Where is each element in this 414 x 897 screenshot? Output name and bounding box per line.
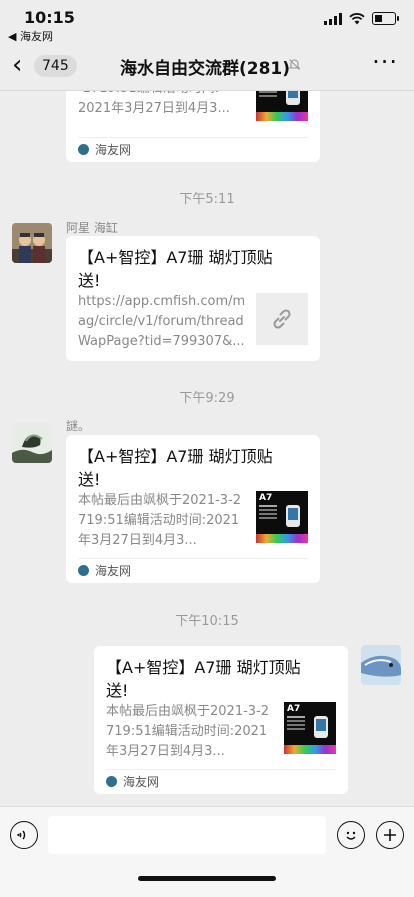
card-source: 海友网: [78, 137, 308, 162]
card-description: 本帖最后由飒枫于2021-3-2719:51编辑活动时间:2021年3月27日到…: [78, 493, 242, 548]
link-icon: [273, 309, 291, 329]
card-title: 【A+智控】A7珊 瑚灯顶贴送!: [106, 658, 301, 700]
card-description: 本帖最后由飒枫于2021-3-2719:51编辑活动时间:2021年3月27日到…: [106, 704, 270, 759]
card-source: 海友网: [78, 558, 308, 583]
voice-input-button[interactable]: [10, 821, 38, 849]
source-logo-icon: [106, 776, 117, 787]
card-thumbnail: A7: [284, 702, 336, 754]
timestamp: 下午10:15: [175, 614, 239, 629]
wifi-icon: [349, 12, 365, 24]
home-indicator[interactable]: [138, 876, 276, 881]
card-description: https://app.cmfish.com/mag/circle/v1/for…: [78, 294, 246, 349]
link-thumbnail: [256, 293, 308, 345]
timestamp: 下午9:29: [179, 391, 235, 406]
source-logo-icon: [78, 565, 89, 576]
plus-icon: [384, 829, 396, 841]
more-options-icon[interactable]: ···: [372, 48, 398, 76]
sender-name: 阿星 海缸: [66, 221, 118, 235]
voice-icon: [17, 830, 26, 840]
cellular-signal-icon: [324, 12, 342, 25]
unread-count-badge[interactable]: 745: [34, 55, 77, 77]
emoji-icon: [346, 831, 356, 840]
avatar[interactable]: [12, 423, 52, 463]
input-bar: [0, 806, 414, 897]
chat-title: 海水自由交流群(281): [120, 59, 291, 79]
card-title: 【A+智控】A7珊 瑚灯顶贴送!: [78, 248, 273, 290]
timestamp: 下午5:11: [179, 192, 235, 207]
back-chevron-icon[interactable]: ‹: [12, 52, 22, 78]
status-bar: 10:15 ◀ 海友网: [0, 0, 414, 44]
link-card-message[interactable]: 【A+智控】A7珊 瑚灯顶贴送! https://app.cmfish.com/…: [66, 236, 320, 361]
more-functions-button[interactable]: [376, 821, 404, 849]
chat-header: ‹ 745 海水自由交流群(281) ···: [0, 44, 414, 91]
link-card-message[interactable]: -2719:51编辑活动时间: 2021年3月27日到4月3... 海友网: [66, 91, 320, 162]
message-input[interactable]: [48, 816, 326, 854]
source-logo-icon: [78, 144, 89, 155]
card-description: -2719:51编辑活动时间: 2021年3月27日到4月3...: [78, 91, 230, 116]
card-thumbnail: [256, 91, 308, 121]
back-to-app-link[interactable]: ◀ 海友网: [8, 28, 53, 44]
card-title: 【A+智控】A7珊 瑚灯顶贴送!: [78, 447, 273, 489]
avatar[interactable]: [12, 223, 52, 263]
link-card-message[interactable]: 【A+智控】A7珊 瑚灯顶贴送! 本帖最后由飒枫于2021-3-2719:51编…: [66, 435, 320, 583]
card-thumbnail: A7: [256, 491, 308, 543]
mute-bell-icon: [288, 58, 301, 75]
sender-name: 謎。: [66, 419, 91, 433]
status-time: 10:15: [24, 8, 75, 27]
status-icons: [324, 12, 399, 25]
my-avatar[interactable]: [361, 645, 401, 685]
message-list[interactable]: -2719:51编辑活动时间: 2021年3月27日到4月3... 海友网 下午…: [0, 91, 414, 806]
card-source: 海友网: [106, 769, 336, 794]
battery-icon: [372, 12, 399, 25]
link-card-message[interactable]: 【A+智控】A7珊 瑚灯顶贴送! 本帖最后由飒枫于2021-3-2719:51编…: [94, 646, 348, 794]
emoji-button[interactable]: [337, 821, 365, 849]
